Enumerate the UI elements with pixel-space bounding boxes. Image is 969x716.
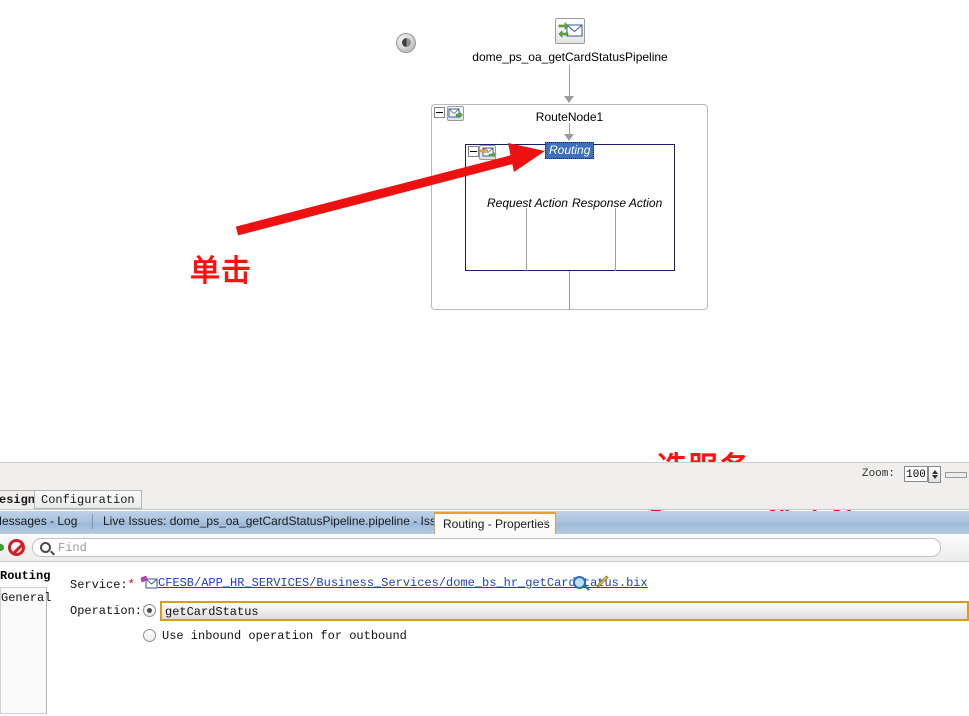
- connector-arrow-routing: [564, 134, 574, 141]
- tab-separator: [92, 514, 93, 529]
- request-action-label: Request Action: [487, 196, 568, 210]
- pipeline-name-label: dome_ps_oa_getCardStatusPipeline: [472, 50, 668, 64]
- route-node-glyph: [448, 108, 463, 119]
- route-node-collapse-toggle[interactable]: [434, 107, 445, 118]
- annotation-label-click: 单击: [190, 254, 252, 289]
- tab-routing-properties[interactable]: Routing - Properties ×: [434, 512, 556, 534]
- run-icon[interactable]: [0, 544, 4, 551]
- search-icon: [40, 542, 51, 553]
- properties-title: Routing: [0, 569, 51, 583]
- search-placeholder: Find: [58, 541, 87, 555]
- operation-value: getCardStatus: [165, 605, 259, 619]
- sidebar-item-general[interactable]: General: [0, 587, 51, 714]
- spinner-up-icon[interactable]: [932, 470, 938, 474]
- search-icon[interactable]: [573, 576, 586, 589]
- connector-arrow-routenode: [564, 96, 574, 103]
- service-glyph: [140, 575, 158, 589]
- spinner-down-icon[interactable]: [932, 475, 938, 479]
- tab-configuration[interactable]: Configuration: [34, 490, 142, 509]
- zoom-toolbar: Zoom: 100: [0, 462, 969, 488]
- use-inbound-radio[interactable]: [143, 629, 156, 642]
- search-input[interactable]: Find: [32, 538, 941, 557]
- use-inbound-label: Use inbound operation for outbound: [162, 629, 407, 643]
- zoom-label: Zoom:: [861, 468, 895, 480]
- routing-node-icon[interactable]: [479, 145, 496, 160]
- tab-messages-log[interactable]: Messages - Log: [0, 514, 77, 528]
- tab-live-issues[interactable]: Live Issues: dome_ps_oa_getCardStatusPip…: [103, 514, 455, 528]
- operation-radio[interactable]: [143, 604, 156, 617]
- design-canvas[interactable]: dome_ps_oa_getCardStatusPipeline RouteNo…: [0, 0, 969, 462]
- editor-tab-strip: esign Configuration: [0, 488, 969, 510]
- response-action-lane-divider: [615, 208, 616, 271]
- service-label: Service:*: [70, 578, 135, 592]
- zoom-slider[interactable]: [945, 472, 967, 478]
- pipeline-glyph: [558, 22, 583, 38]
- service-type-icon: [140, 575, 158, 590]
- operation-input[interactable]: [160, 601, 969, 621]
- close-icon[interactable]: ×: [543, 517, 549, 529]
- routing-bottom-connector: [569, 271, 570, 310]
- find-toolbar: Find: [0, 534, 969, 562]
- zoom-input[interactable]: 100: [904, 466, 928, 482]
- pencil-glyph: [596, 575, 609, 588]
- route-node-icon[interactable]: [447, 106, 464, 121]
- routing-selected-label[interactable]: Routing: [545, 142, 595, 159]
- response-action-label: Response Action: [572, 196, 663, 210]
- request-action-lane-divider: [526, 208, 527, 271]
- operation-label: Operation:*: [70, 604, 149, 618]
- tab-routing-properties-label: Routing - Properties: [443, 517, 550, 531]
- routing-collapse-toggle[interactable]: [468, 146, 479, 157]
- pipeline-service-icon[interactable]: [555, 18, 585, 44]
- connector-line-pipeline-to-routenode: [569, 65, 570, 97]
- pencil-icon[interactable]: [594, 575, 609, 590]
- routing-glyph: [479, 146, 496, 158]
- route-node-label: RouteNode1: [535, 110, 604, 124]
- properties-sidebar: Routing General: [0, 562, 51, 716]
- zoom-spinner[interactable]: [928, 466, 941, 483]
- block-icon[interactable]: [8, 539, 25, 556]
